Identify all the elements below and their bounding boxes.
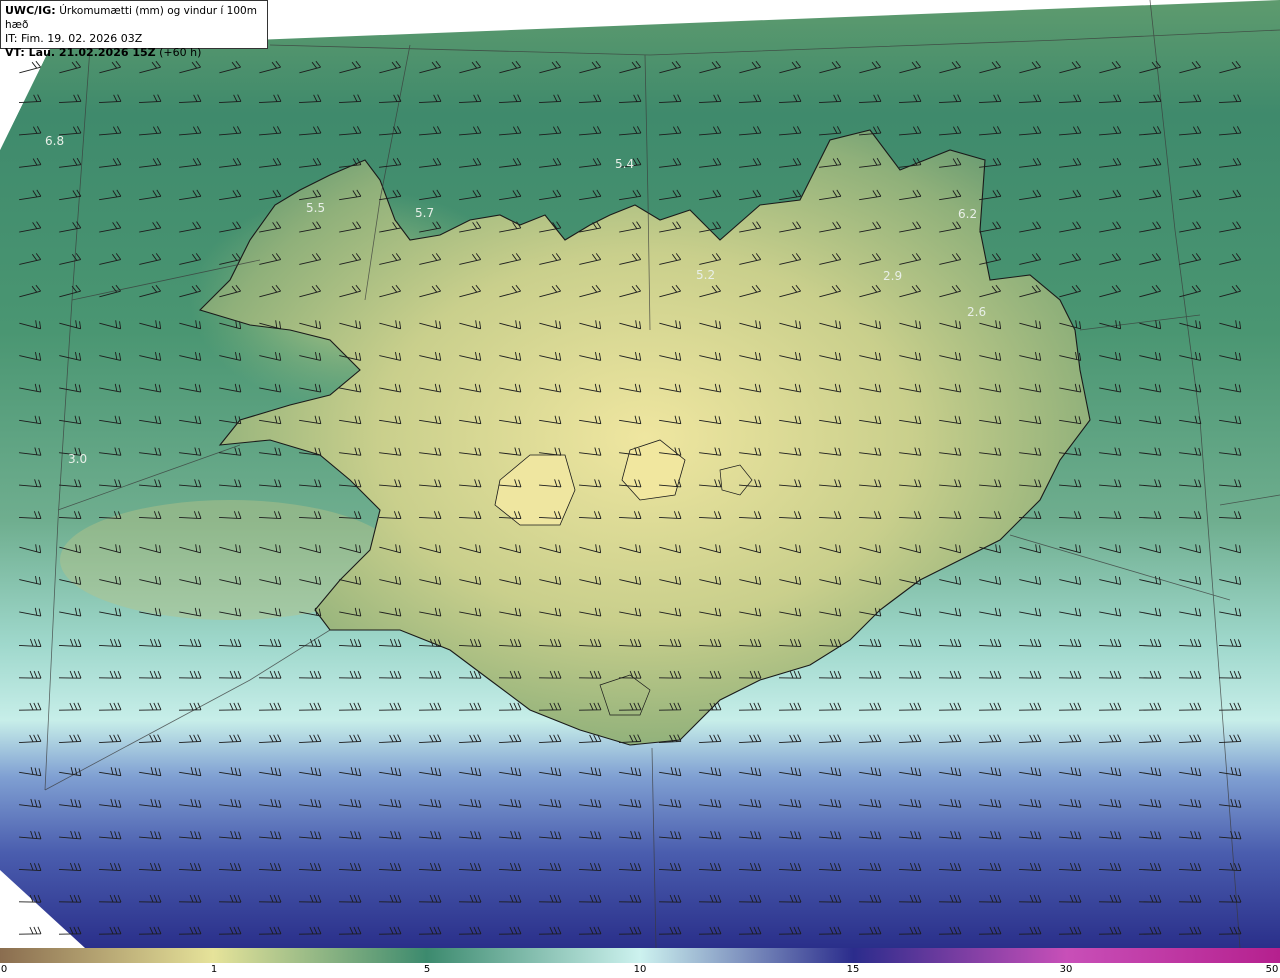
value-label: 2.6 [967,305,986,319]
value-label: 6.2 [958,207,977,221]
precipitation-wind-map: 6.8 5.4 5.5 5.7 6.2 5.2 2.9 2.6 3.0 [0,0,1280,948]
color-scale-bar [0,948,1280,963]
scale-tick-15: 15 [846,964,860,975]
value-label: 5.4 [615,157,634,171]
title-line-init-time: IT: Fim. 19. 02. 2026 03Z [5,32,143,45]
scale-tick-10: 10 [633,964,647,975]
value-label: 5.7 [415,206,434,220]
value-label: 5.2 [696,268,715,282]
color-scale-legend: 0 1 5 10 15 30 50 [0,948,1280,978]
valid-time: VT: Lau. 21.02.2026 15Z [5,46,156,59]
value-label: 6.8 [45,134,64,148]
forecast-offset: (+60 h) [159,46,202,59]
model-code: UWC/IG: [5,4,56,17]
title-line-model: UWC/IG: Úrkomumætti (mm) og vindur í 100… [5,4,263,32]
map-title-box: UWC/IG: Úrkomumætti (mm) og vindur í 100… [0,0,268,59]
value-label: 3.0 [68,452,87,466]
scale-tick-1: 1 [210,964,218,975]
value-label: 5.5 [306,201,325,215]
scale-tick-5: 5 [423,964,431,975]
scale-tick-50: 50 [1265,964,1279,975]
value-label: 2.9 [883,269,902,283]
title-line-valid-time: VT: Lau. 21.02.2026 15Z (+60 h) [5,46,263,60]
scale-tick-0: 0 [0,964,8,975]
scale-tick-30: 30 [1059,964,1073,975]
